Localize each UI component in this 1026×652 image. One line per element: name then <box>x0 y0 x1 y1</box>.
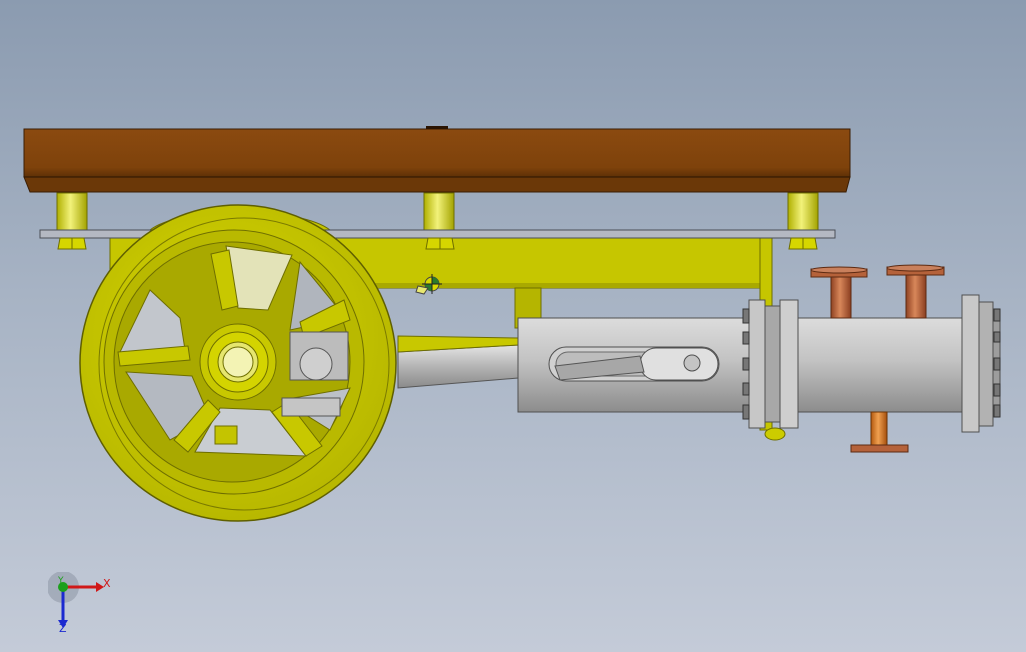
axis-x-label: X <box>103 577 111 590</box>
axis-z-label: Z <box>59 622 67 635</box>
axis-y-label: Y <box>58 576 64 586</box>
cylinder-flanges[interactable] <box>742 294 1001 433</box>
platform-slab[interactable] <box>23 126 851 193</box>
connecting-rod[interactable] <box>397 335 519 389</box>
cad-model[interactable] <box>0 0 1026 652</box>
cylinder-body[interactable] <box>517 317 755 413</box>
outlet-pipe[interactable] <box>850 411 909 453</box>
graphics-viewport[interactable]: X Y Z <box>0 0 1026 652</box>
flywheel[interactable] <box>79 204 397 522</box>
inlet-pipes[interactable] <box>810 264 945 319</box>
